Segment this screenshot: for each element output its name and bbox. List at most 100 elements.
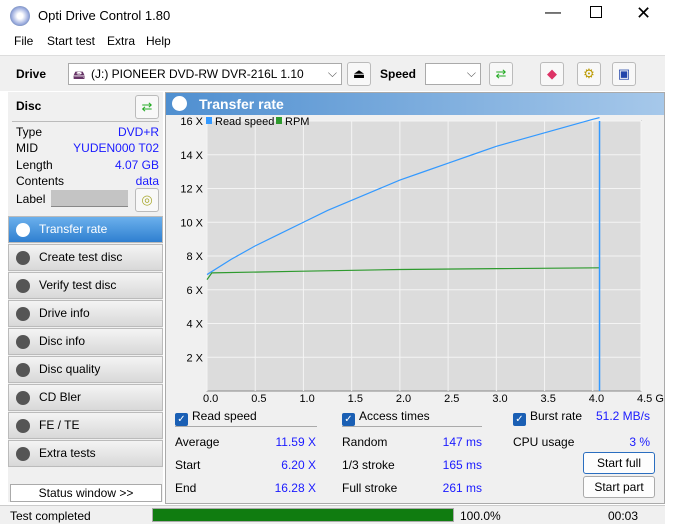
length-value: 4.07 GB	[114, 158, 159, 172]
burst-rate-checkbox[interactable]: ✓ Burst rate	[513, 409, 582, 426]
nav-label: Transfer rate	[39, 222, 108, 236]
minimize-button[interactable]: —	[545, 4, 561, 22]
drive-select[interactable]: 🖴 (J:) PIONEER DVD-RW DVR-216L 1.10 ⌵	[68, 63, 342, 85]
nav-extra-tests[interactable]: Extra tests	[8, 440, 163, 467]
y-tick-label: 10 X	[180, 217, 203, 229]
refresh-button[interactable]: ⇄	[489, 62, 513, 86]
x-tick-label: 2.0	[396, 393, 411, 405]
menu-help[interactable]: Help	[146, 34, 171, 48]
x-tick-label: 1.5	[348, 393, 363, 405]
x-tick-label: 0.0	[203, 393, 218, 405]
nav-create-test-disc[interactable]: Create test disc	[8, 244, 163, 271]
save-button[interactable]: ▣	[612, 62, 636, 86]
burst-rate-label: Burst rate	[530, 409, 583, 423]
panel-header: Transfer rate	[166, 93, 664, 115]
y-tick-label: 12 X	[180, 184, 203, 196]
x-tick-label: 4.5 GB	[637, 393, 664, 405]
full-stroke-label: Full stroke	[342, 481, 398, 495]
label-field[interactable]	[51, 190, 128, 207]
left-panel: Disc ⇄ Type DVD+R MID YUDEN000 T02 Length 4…	[8, 92, 163, 502]
panel-title: Transfer rate	[199, 96, 284, 112]
drive-value: (J:) PIONEER DVD-RW DVR-216L 1.10	[91, 67, 304, 81]
type-value: DVD+R	[117, 125, 159, 139]
drive-icon: 🖴	[73, 68, 86, 82]
disc-icon-button[interactable]: ◎	[135, 188, 159, 212]
x-tick-label: 0.5	[251, 393, 266, 405]
verify-icon	[16, 279, 30, 293]
length-label: Length	[16, 158, 53, 172]
app-icon	[10, 6, 30, 26]
drive-info-icon	[16, 307, 30, 321]
nav-verify-test-disc[interactable]: Verify test disc	[8, 272, 163, 299]
cpu-usage-label: CPU usage	[513, 435, 575, 449]
access-times-label: Access times	[359, 409, 430, 423]
contents-label: Contents	[16, 174, 65, 188]
close-button[interactable]: ✕	[636, 3, 651, 24]
cd-bler-icon	[16, 391, 30, 405]
third-stroke-value: 165 ms	[442, 458, 482, 472]
x-tick-label: 4.0	[589, 393, 604, 405]
legend-label: RPM	[285, 116, 309, 128]
access-times-checkbox[interactable]: ✓ Access times	[342, 409, 430, 426]
nav-disc-info[interactable]: Disc info	[8, 328, 163, 355]
maximize-button[interactable]	[590, 6, 602, 18]
disc-quality-icon	[16, 363, 30, 377]
menu-file[interactable]: File	[14, 34, 33, 48]
legend-swatch	[276, 117, 282, 124]
average-value: 11.59 X	[275, 435, 316, 449]
read-speed-label: Read speed	[192, 409, 257, 423]
nav-drive-info[interactable]: Drive info	[8, 300, 163, 327]
transfer-rate-panel: Transfer rate 0.0 0.5 1.0 1.5 2.0 2.5 3.0 3.5 4.…	[165, 92, 665, 504]
mid-value: YUDEN000 T02	[73, 141, 159, 155]
menu-extra[interactable]: Extra	[107, 34, 135, 48]
drive-label: Drive	[16, 67, 47, 81]
title-bar: Opti Drive Control 1.80 — ✕	[0, 0, 665, 30]
menu-start-test[interactable]: Start test	[47, 34, 95, 48]
settings-button[interactable]: ⚙	[577, 62, 601, 86]
speed-select[interactable]: ⌵	[425, 63, 481, 85]
disc-header: Disc	[16, 99, 42, 113]
x-tick-label: 3.5	[541, 393, 556, 405]
end-label: End	[175, 481, 197, 495]
disc-refresh-button[interactable]: ⇄	[135, 95, 159, 119]
y-tick-label: 14 X	[180, 150, 203, 162]
status-bar: Test completed 100.0% 00:03	[0, 505, 665, 524]
burst-rate-value: 51.2 MB/s	[595, 409, 650, 423]
y-tick-label: 6 X	[186, 285, 203, 297]
transfer-rate-chart: 0.0 0.5 1.0 1.5 2.0 2.5 3.0 3.5 4.0 4.5 GB 2 X 4 X 6…	[180, 116, 664, 405]
legend-swatch	[206, 117, 212, 124]
start-full-button[interactable]: Start full	[583, 452, 655, 474]
nav-label: FE / TE	[39, 418, 80, 432]
nav-fe-te[interactable]: FE / TE	[8, 412, 163, 439]
window-title: Opti Drive Control 1.80	[38, 8, 171, 23]
nav-label: Create test disc	[39, 250, 123, 264]
nav-label: CD Bler	[39, 390, 82, 404]
x-tick-label: 3.0	[492, 393, 507, 405]
nav-disc-quality[interactable]: Disc quality	[8, 356, 163, 383]
elapsed-time: 00:03	[608, 509, 639, 523]
checkbox-icon: ✓	[175, 413, 188, 426]
cpu-usage-value: 3 %	[629, 435, 650, 449]
chevron-down-icon: ⌵	[466, 66, 476, 80]
transfer-rate-icon	[172, 96, 187, 111]
chevron-down-icon: ⌵	[327, 66, 337, 80]
nav-cd-bler[interactable]: CD Bler	[8, 384, 163, 411]
status-window-button[interactable]: Status window >>	[10, 484, 162, 502]
y-tick-label: 16 X	[180, 116, 203, 128]
label-label: Label	[16, 192, 46, 206]
erase-button[interactable]: ◆	[540, 62, 564, 86]
nav-transfer-rate[interactable]: Transfer rate	[8, 216, 163, 243]
menu-bar: File Start test Extra Help	[0, 30, 665, 52]
legend-label: Read speed	[215, 116, 274, 128]
x-tick-label: 1.0	[299, 393, 314, 405]
transfer-rate-icon	[16, 223, 30, 237]
checkbox-icon: ✓	[342, 413, 355, 426]
type-label: Type	[16, 125, 43, 139]
random-label: Random	[342, 435, 388, 449]
nav-label: Extra tests	[39, 446, 96, 460]
end-value: 16.28 X	[274, 481, 316, 495]
start-part-button[interactable]: Start part	[583, 476, 655, 498]
read-speed-checkbox[interactable]: ✓ Read speed	[175, 409, 257, 426]
nav-label: Disc quality	[39, 362, 101, 376]
eject-button[interactable]: ⏏	[347, 62, 371, 86]
